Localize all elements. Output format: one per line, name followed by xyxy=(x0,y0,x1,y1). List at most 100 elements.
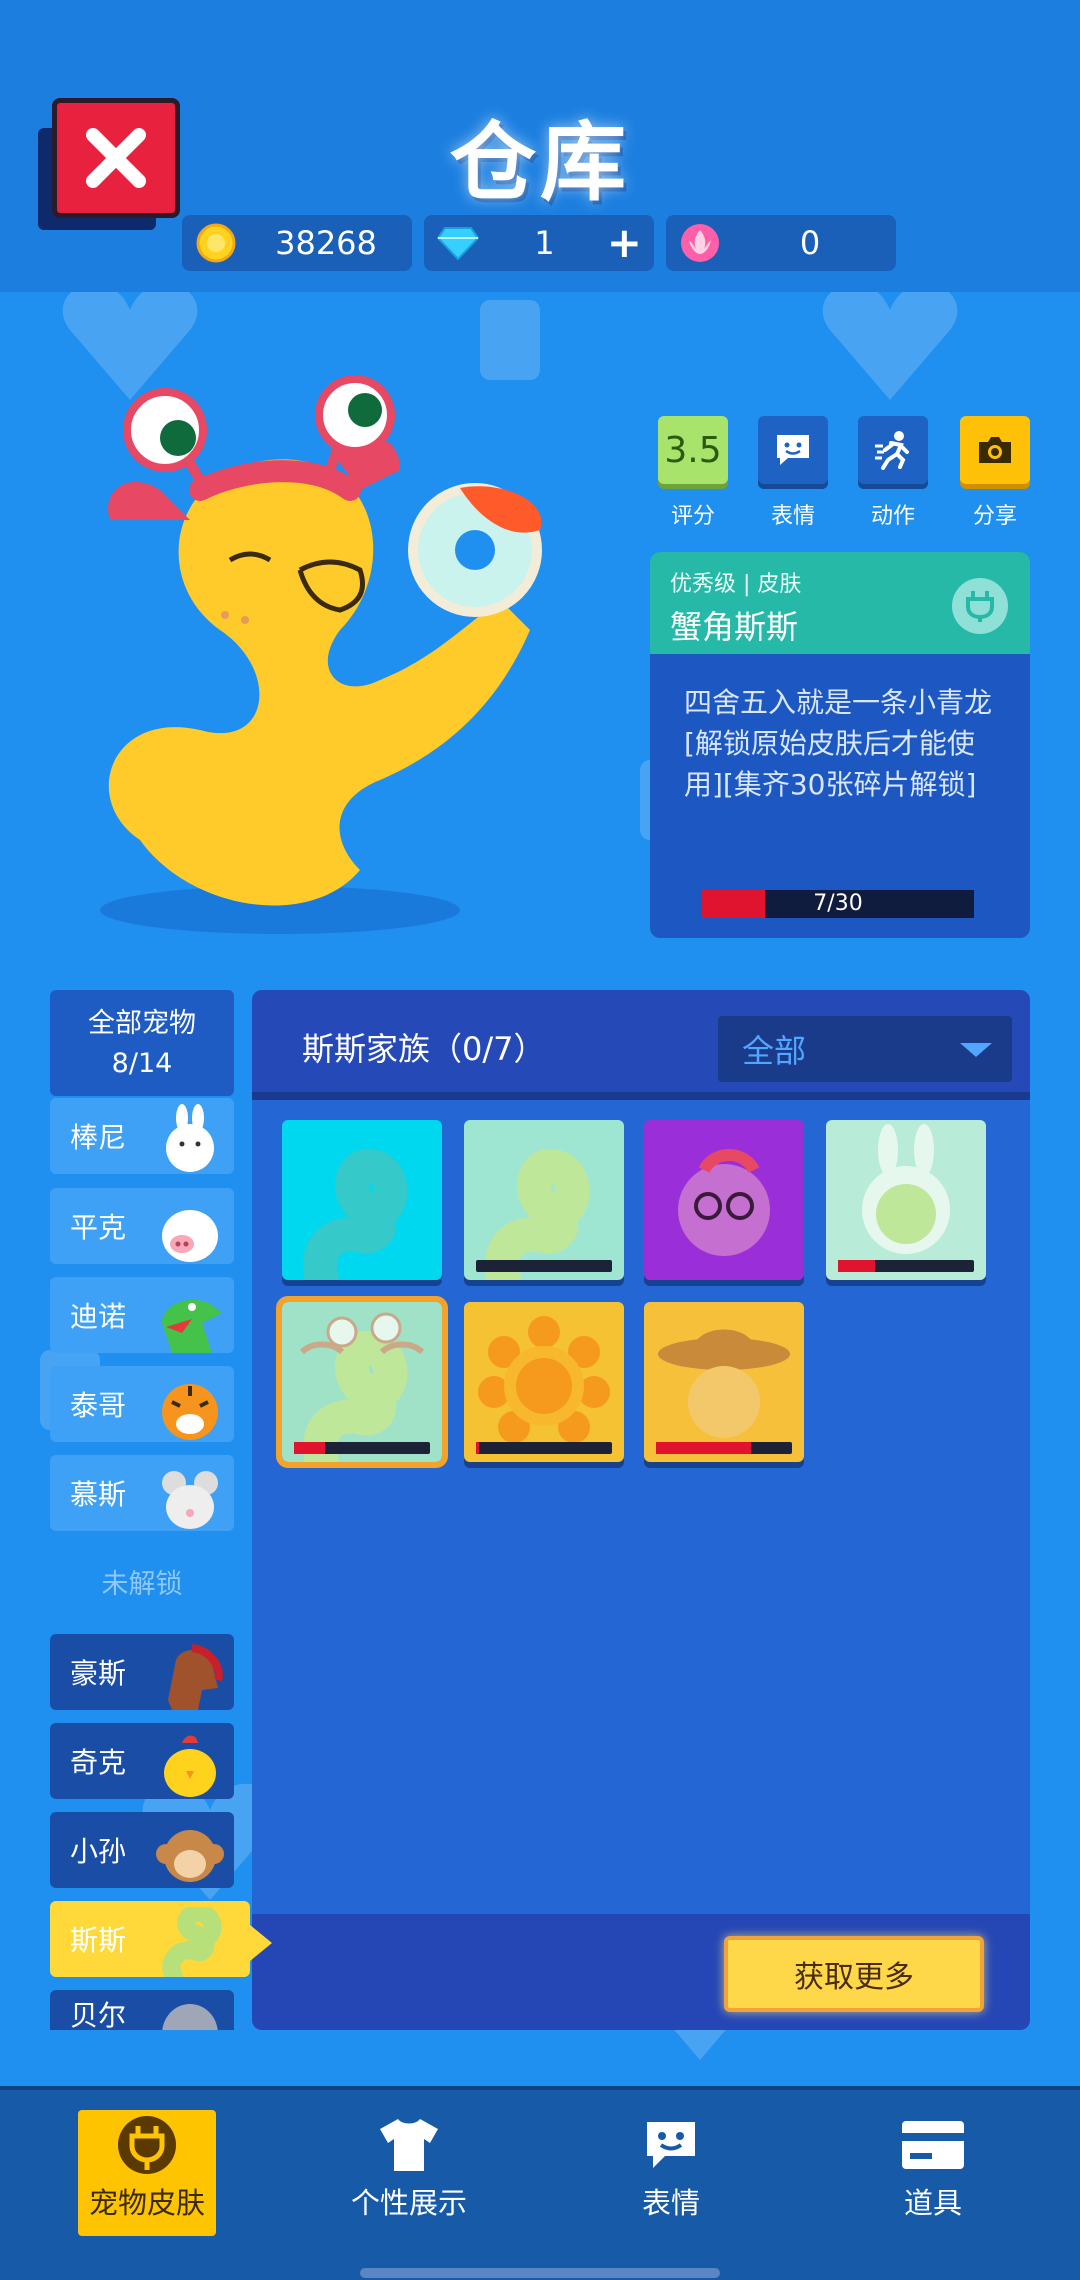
nav-label: 道具 xyxy=(903,2186,962,2220)
add-diamond-button[interactable]: + xyxy=(607,222,642,264)
locked-divider: 未解锁 xyxy=(101,1569,183,1600)
chat-face-icon xyxy=(777,435,809,465)
skin-tile[interactable] xyxy=(644,1302,804,1462)
pet-tab-label: 贝尔 xyxy=(70,1999,127,2030)
close-button[interactable] xyxy=(38,96,182,230)
snake-skin-icon xyxy=(485,1148,590,1280)
skin-tile[interactable] xyxy=(464,1120,624,1280)
skin-tile[interactable] xyxy=(644,1120,804,1280)
skin-tile-selected[interactable] xyxy=(276,1296,448,1468)
pet-tab-bangni[interactable]: 棒尼 xyxy=(50,1098,234,1174)
rating-label: 评分 xyxy=(670,504,715,529)
nav-label: 个性展示 xyxy=(350,2186,467,2220)
pet-tab-pingke[interactable]: 平克 xyxy=(50,1188,234,1264)
chevron-down-icon xyxy=(960,1043,992,1057)
skin-progress-bar xyxy=(476,1260,612,1272)
cowboy-hat-skin-icon xyxy=(658,1329,790,1438)
petal-counter: 0 xyxy=(666,215,896,271)
pet-tab-taige[interactable]: 泰哥 xyxy=(50,1366,234,1442)
diamond-counter: 1 + xyxy=(424,215,654,271)
skin-tile[interactable] xyxy=(282,1120,442,1280)
rabbit-icon xyxy=(166,1104,214,1172)
pet-tab-sisi[interactable]: 斯斯 xyxy=(50,1901,250,1977)
emote-button[interactable]: 表情 xyxy=(758,416,828,530)
coin-amount: 38268 xyxy=(275,224,377,262)
pet-tab-musi[interactable]: 慕斯 xyxy=(50,1455,234,1531)
skin-tile[interactable] xyxy=(826,1120,986,1280)
monkey-icon xyxy=(156,1830,224,1882)
sunflower-skin-icon xyxy=(478,1316,610,1443)
nav-profile-display[interactable]: 个性展示 xyxy=(340,2110,478,2236)
pet-tab-label: 平克 xyxy=(70,1211,127,1244)
pet-tab-label: 泰哥 xyxy=(70,1389,127,1422)
skin-grid-footer: 获取更多 xyxy=(252,1914,1030,2030)
pet-tab-label: 奇克 xyxy=(70,1746,127,1779)
motion-label: 动作 xyxy=(870,504,915,529)
pet-tab-haosi[interactable]: 豪斯 xyxy=(50,1634,234,1710)
pet-tab-label: 棒尼 xyxy=(70,1121,127,1154)
family-title: 斯斯家族（0/7） xyxy=(302,1030,546,1068)
rating-value: 3.5 xyxy=(658,416,728,484)
filter-dropdown[interactable]: 全部 xyxy=(718,1016,1012,1082)
skin-progress-bar xyxy=(656,1442,792,1454)
pet-tab-beier[interactable]: 贝尔 xyxy=(50,1990,234,2030)
nav-pet-skins[interactable]: 宠物皮肤 xyxy=(78,2110,216,2236)
plug-icon xyxy=(118,2116,176,2174)
all-pets-count: 8/14 xyxy=(111,1048,173,1079)
coin-counter: 38268 xyxy=(182,215,412,271)
mouse-icon xyxy=(162,1471,218,1529)
nav-label: 表情 xyxy=(641,2186,700,2220)
poodle-skin-icon xyxy=(678,1149,770,1256)
pig-icon xyxy=(162,1210,218,1262)
diamond-amount: 1 xyxy=(534,224,555,262)
diamond-icon xyxy=(434,219,482,267)
nav-label: 宠物皮肤 xyxy=(88,2186,205,2220)
pet-tab-label: 迪诺 xyxy=(70,1300,127,1333)
share-button[interactable]: 分享 xyxy=(960,416,1030,530)
pet-tab-label: 豪斯 xyxy=(70,1657,127,1690)
skin-description: 四舍五入就是一条小青龙[解锁原始皮肤后才能使用][集齐30张碎片解锁] xyxy=(684,686,993,801)
snake-skin-icon xyxy=(303,1148,408,1280)
close-icon xyxy=(86,128,146,188)
get-more-button[interactable]: 获取更多 xyxy=(724,1936,984,2012)
pet-tab-label: 斯斯 xyxy=(70,1924,127,1957)
page-title: 仓库 xyxy=(450,113,630,213)
all-pets-tab[interactable]: 全部宠物 8/14 xyxy=(50,990,234,1096)
crab-horn-skin-icon xyxy=(299,1312,425,1462)
camera-icon xyxy=(979,437,1011,463)
pet-tab-qike[interactable]: 奇克 xyxy=(50,1723,234,1799)
nav-items[interactable]: 道具 xyxy=(864,2110,1002,2236)
horse-icon xyxy=(168,1644,223,1710)
filter-value: 全部 xyxy=(742,1032,807,1070)
progress-text: 7/30 xyxy=(813,891,863,916)
snake-icon xyxy=(162,1907,222,1977)
skin-tile[interactable] xyxy=(464,1302,624,1462)
bottom-nav: 宠物皮肤 个性展示 表情 道具 xyxy=(0,2086,1080,2280)
pet-tab-label: 慕斯 xyxy=(70,1478,127,1511)
pet-tab-xiaosun[interactable]: 小孙 xyxy=(50,1812,234,1888)
all-pets-label: 全部宠物 xyxy=(88,1008,196,1039)
active-tab-arrow xyxy=(250,1925,272,1961)
chat-face-icon xyxy=(647,2122,695,2168)
home-indicator xyxy=(360,2268,720,2278)
skin-info-card: 优秀级 | 皮肤 蟹角斯斯 四舍五入就是一条小青龙[解锁原始皮肤后才能使用][集… xyxy=(650,552,1030,938)
hippo-icon xyxy=(162,2004,218,2030)
skin-progress-bar xyxy=(294,1442,430,1454)
nav-emotes[interactable]: 表情 xyxy=(602,2110,740,2236)
card-icon xyxy=(902,2121,964,2169)
lotus-icon xyxy=(676,219,724,267)
pet-tab-label: 小孙 xyxy=(70,1835,127,1868)
skin-grid-header: 斯斯家族（0/7） 全部 xyxy=(252,990,1030,1100)
plug-icon xyxy=(952,578,1008,634)
tiger-icon xyxy=(162,1384,218,1440)
bunny-hood-skin-icon xyxy=(862,1124,950,1254)
motion-button[interactable]: 动作 xyxy=(858,416,928,530)
skin-fragment-progress: 7/30 xyxy=(702,890,974,918)
rating-button[interactable]: 3.5 评分 xyxy=(658,416,728,530)
skin-progress-bar xyxy=(838,1260,974,1272)
coin-icon xyxy=(192,219,240,267)
pet-tab-dinuo[interactable]: 迪诺 xyxy=(50,1277,234,1353)
tshirt-icon xyxy=(380,2119,438,2171)
running-icon xyxy=(875,431,909,470)
emote-label: 表情 xyxy=(770,504,815,529)
